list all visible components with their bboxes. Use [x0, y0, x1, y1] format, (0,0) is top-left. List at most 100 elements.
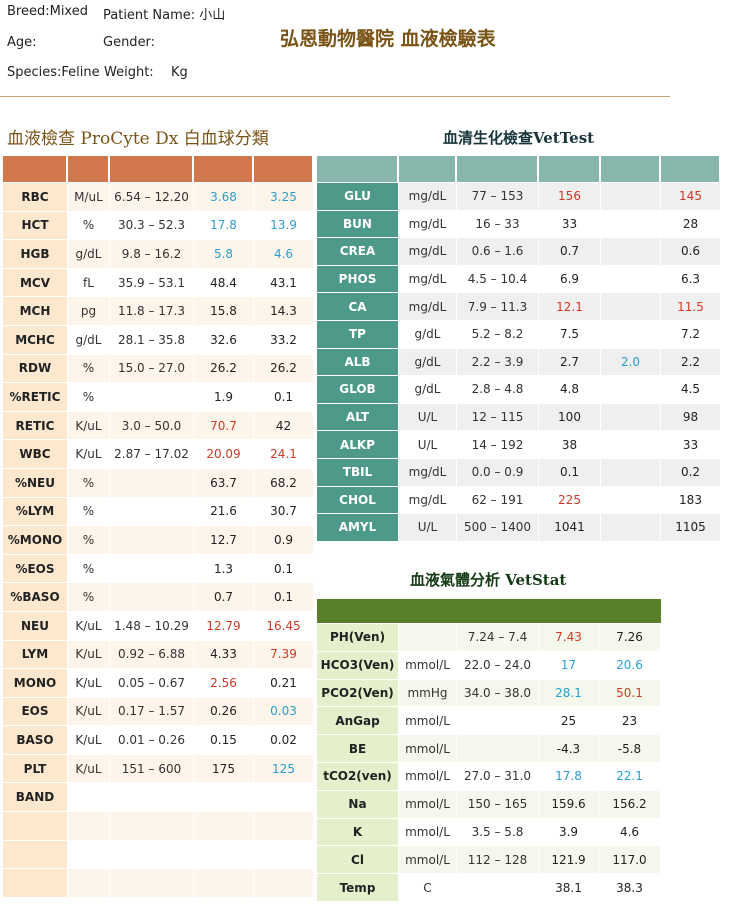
- table-row: TBIL mg/dL 0.0 – 0.9 0.1 0.2: [317, 458, 721, 487]
- reference-range: 11.8 – 17.3: [110, 297, 194, 326]
- result-value: 26.2: [254, 354, 314, 384]
- result-value: 1.3: [194, 554, 254, 584]
- table-row: AnGap mmol/L 25 23: [317, 707, 661, 736]
- table-row: GLOB g/dL 2.8 – 4.8 4.8 4.5: [317, 376, 721, 404]
- test-name: MCHC: [3, 325, 68, 355]
- result-value: 68.2: [254, 468, 314, 498]
- test-name: HCT: [3, 211, 68, 241]
- test-unit: K/uL: [68, 440, 110, 469]
- table-row: PCO2(Ven) mmHg 34.0 – 38.0 28.1 50.1: [317, 679, 661, 708]
- test-name: PHOS: [317, 265, 399, 294]
- result-value: 6.3: [661, 265, 721, 294]
- result-value: 17: [539, 651, 599, 680]
- reference-range: [110, 383, 194, 412]
- reference-range: 0.0 – 0.9: [457, 458, 539, 487]
- test-name: BUN: [317, 210, 399, 239]
- reference-range: [110, 812, 194, 841]
- header-cell: [457, 156, 539, 183]
- test-unit: %: [68, 526, 110, 555]
- result-value: [601, 293, 661, 321]
- test-unit: U/L: [399, 514, 457, 542]
- header-cell: [661, 156, 721, 183]
- table-row: %RETIC% 1.9 0.1: [3, 383, 314, 412]
- test-unit: mmol/L: [399, 762, 457, 791]
- table-row: GLU mg/dL 77 – 153 156 145: [317, 183, 721, 211]
- test-unit: mmHg: [399, 679, 457, 708]
- result-value: 4.6: [254, 240, 314, 269]
- header-cell: [599, 599, 661, 624]
- result-value: [601, 320, 661, 349]
- result-value: 0.9: [254, 526, 314, 555]
- test-name: MCH: [3, 297, 68, 326]
- result-value: 6.9: [539, 265, 601, 294]
- result-value: [194, 840, 254, 870]
- test-unit: mg/dL: [399, 265, 457, 294]
- result-value: [601, 210, 661, 239]
- result-value: 12.7: [194, 526, 254, 555]
- test-unit: g/dL: [68, 240, 110, 269]
- header-cell: [254, 156, 314, 183]
- result-value: 0.7: [194, 583, 254, 612]
- result-value: [194, 783, 254, 813]
- reference-range: [110, 526, 194, 555]
- test-name: TP: [317, 320, 399, 349]
- reference-range: 3.5 – 5.8: [457, 818, 539, 847]
- reference-range: 500 – 1400: [457, 514, 539, 542]
- table-row: CREA mg/dL 0.6 – 1.6 0.7 0.6: [317, 238, 721, 266]
- result-value: 15.8: [194, 297, 254, 326]
- test-unit: mg/dL: [399, 183, 457, 211]
- result-value: 43.1: [254, 268, 314, 298]
- test-name: MCV: [3, 268, 68, 298]
- reference-range: 2.2 – 3.9: [457, 348, 539, 377]
- result-value: [254, 812, 314, 841]
- result-value: [601, 265, 661, 294]
- table-row: CA mg/dL 7.9 – 11.3 12.1 11.5: [317, 293, 721, 321]
- result-value: 0.2: [661, 458, 721, 487]
- reference-range: 22.0 – 24.0: [457, 651, 539, 680]
- table-row: MCHC g/dL 28.1 – 35.8 32.6 33.2: [3, 325, 314, 355]
- test-unit: fL: [68, 268, 110, 298]
- reference-range: [110, 497, 194, 527]
- result-value: [601, 514, 661, 542]
- result-value: 0.1: [254, 383, 314, 412]
- header-cell: [601, 156, 661, 183]
- test-unit: mmol/L: [399, 707, 457, 736]
- reference-range: 77 – 153: [457, 183, 539, 211]
- reference-range: 7.24 – 7.4: [457, 624, 539, 652]
- vettest-table: GLU mg/dL 77 – 153 156 145 BUN mg/dL 16 – 33 33 2…: [317, 156, 721, 542]
- test-name: PLT: [3, 754, 68, 784]
- result-value: 24.1: [254, 440, 314, 469]
- vettest-section-title: 血清生化檢查VetTest: [443, 129, 595, 147]
- result-value: 7.26: [599, 624, 661, 652]
- hospital-title: 弘恩動物醫院 血液檢驗表: [280, 28, 496, 50]
- result-value: 28.1: [539, 679, 599, 708]
- test-name: RBC: [3, 183, 68, 212]
- reference-range: 0.17 – 1.57: [110, 697, 194, 727]
- vetstat-table: PH(Ven) 7.24 – 7.4 7.43 7.26 HCO3(Ven) mmol/L…: [317, 599, 661, 902]
- table-row: PH(Ven) 7.24 – 7.4 7.43 7.26: [317, 624, 661, 652]
- species-label: Species:Feline: [7, 65, 100, 80]
- table-row: BASO K/uL 0.01 – 0.26 0.15 0.02: [3, 726, 314, 755]
- result-value: 12.1: [539, 293, 601, 321]
- test-name: ALKP: [317, 431, 399, 459]
- test-unit: K/uL: [68, 669, 110, 698]
- test-unit: [68, 869, 110, 898]
- result-value: 7.43: [539, 624, 599, 652]
- test-name: BASO: [3, 726, 68, 755]
- reference-range: 5.2 – 8.2: [457, 320, 539, 349]
- test-name: PCO2(Ven): [317, 679, 399, 708]
- table-row: Temp C 38.1 38.3: [317, 874, 661, 902]
- test-name: Na: [317, 790, 399, 819]
- header-cell: [3, 156, 68, 183]
- reference-range: [110, 869, 194, 898]
- test-unit: mmol/L: [399, 846, 457, 875]
- test-name: PH(Ven): [317, 624, 399, 652]
- test-name: AnGap: [317, 707, 399, 736]
- result-value: 23: [599, 707, 661, 736]
- reference-range: 1.48 – 10.29: [110, 611, 194, 641]
- table-row: RBC M/uL 6.54 – 12.20 3.68 3.25: [3, 183, 314, 212]
- result-value: 11.5: [661, 293, 721, 321]
- table-row: %NEU% 63.7 68.2: [3, 468, 314, 498]
- header-cell: [457, 599, 539, 624]
- test-unit: U/L: [399, 431, 457, 459]
